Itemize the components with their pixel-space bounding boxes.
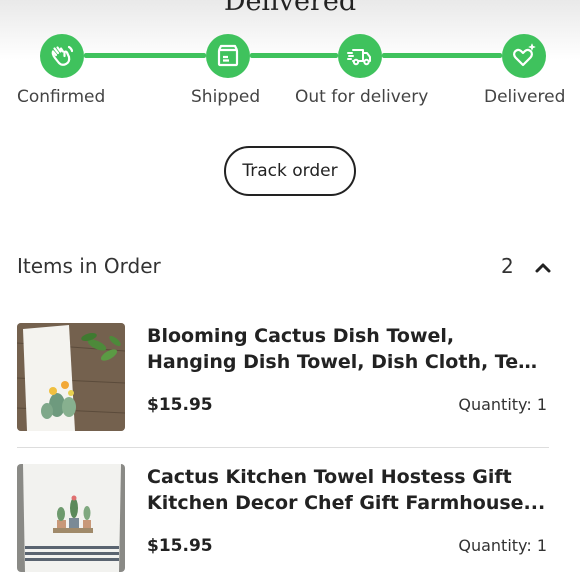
item-divider <box>17 447 549 448</box>
product-title-line: Blooming Cactus Dish Towel, <box>147 325 455 347</box>
product-quantity: Quantity: 1 <box>458 536 547 555</box>
product-image <box>17 464 125 572</box>
product-title[interactable]: Cactus Kitchen Towel Hostess Gift Kitche… <box>147 464 547 516</box>
product-quantity: Quantity: 1 <box>458 395 547 414</box>
step-confirmed <box>40 34 84 78</box>
product-title-line: Hanging Dish Towel, Dish Cloth, Tea... <box>147 351 547 373</box>
track-order-button[interactable]: Track order <box>224 146 356 196</box>
product-title[interactable]: Blooming Cactus Dish Towel, Hanging Dish… <box>147 323 547 375</box>
step-label-shipped: Shipped <box>191 87 261 107</box>
product-image <box>17 323 125 431</box>
step-label-out-for-delivery: Out for delivery <box>295 87 429 107</box>
delivery-truck-icon <box>347 49 371 66</box>
product-price: $15.95 <box>147 395 213 415</box>
items-count: 2 <box>501 254 514 278</box>
step-delivered <box>502 34 546 78</box>
product-title-line: Cactus Kitchen Towel Hostess Gift <box>147 466 512 488</box>
product-title-line: Kitchen Decor Chef Gift Farmhouse... <box>147 492 546 514</box>
progress-line-segment <box>250 53 338 58</box>
package-box-icon <box>217 44 239 67</box>
step-label-confirmed: Confirmed <box>17 87 106 107</box>
order-item[interactable]: Blooming Cactus Dish Towel, Hanging Dish… <box>17 323 557 433</box>
waving-hand-icon <box>51 45 74 66</box>
items-in-order-header[interactable]: Items in Order 2 <box>17 250 557 282</box>
product-thumbnail[interactable] <box>17 464 125 572</box>
heart-sparkle-icon <box>513 43 536 67</box>
items-section-title: Items in Order <box>17 254 161 278</box>
delivery-progress-tracker: Confirmed Shipped Out for delivery Deliv… <box>0 0 580 120</box>
product-thumbnail[interactable] <box>17 323 125 431</box>
chevron-up-icon[interactable] <box>531 256 555 280</box>
step-out-for-delivery <box>338 34 382 78</box>
product-price: $15.95 <box>147 536 213 556</box>
step-shipped <box>206 34 250 78</box>
step-label-delivered: Delivered <box>484 87 566 107</box>
order-item[interactable]: Cactus Kitchen Towel Hostess Gift Kitche… <box>17 464 557 574</box>
progress-line-segment <box>382 53 502 58</box>
progress-line-segment <box>84 53 206 58</box>
